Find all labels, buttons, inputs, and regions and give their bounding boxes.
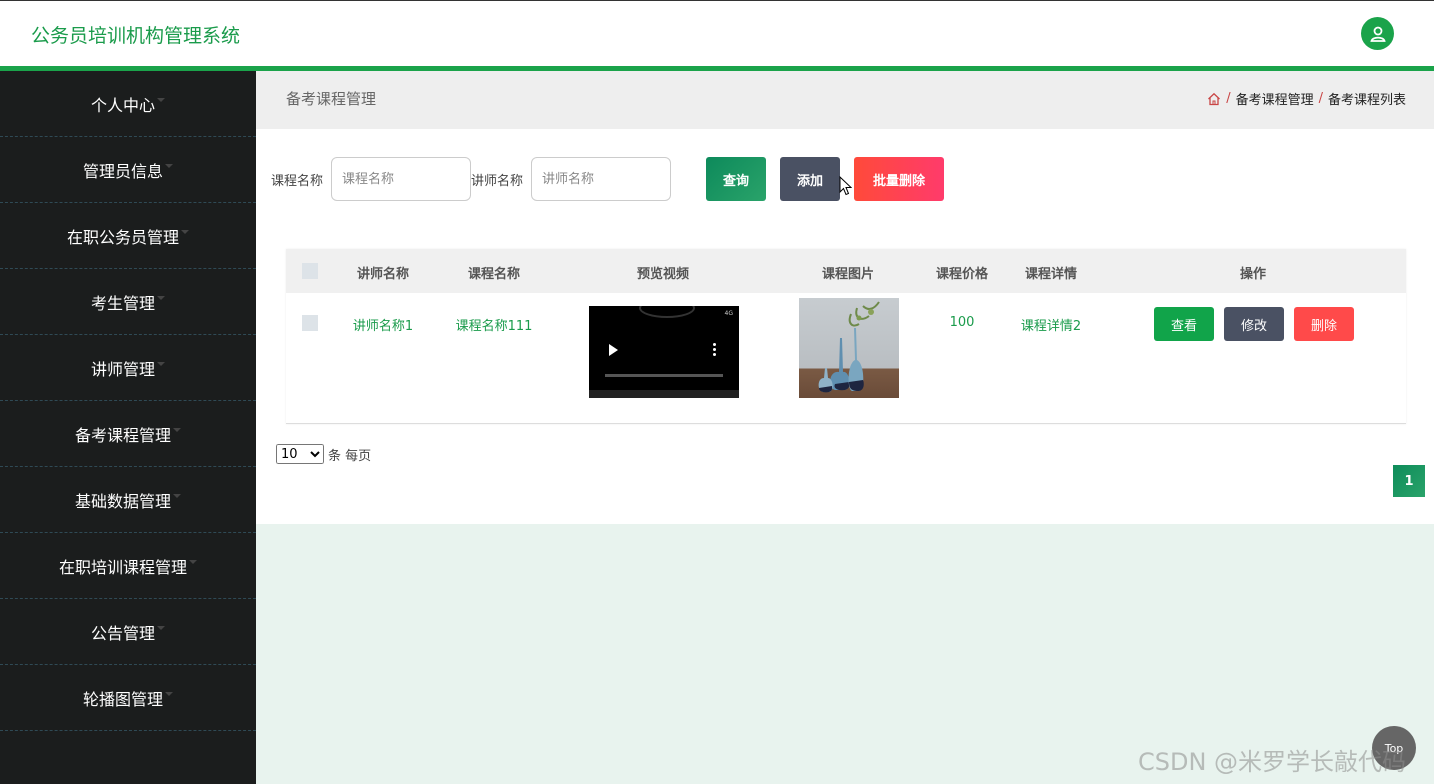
select-all-checkbox[interactable] [302, 263, 318, 279]
row-checkbox[interactable] [302, 315, 318, 331]
sidebar-item-exam-course[interactable]: 备考课程管理 [0, 401, 256, 467]
col-course-image: 课程图片 [821, 267, 875, 282]
col-actions: 操作 [1239, 267, 1267, 282]
breadcrumb-item-course-manage[interactable]: 备考课程管理 [1236, 89, 1314, 108]
teacher-name-input[interactable] [531, 157, 671, 201]
play-icon[interactable] [609, 344, 618, 356]
video-bottom-bar [589, 390, 739, 398]
chevron-down-icon [173, 427, 181, 432]
chevron-down-icon [165, 163, 173, 168]
home-icon[interactable] [1207, 92, 1221, 106]
sidebar-item-notice[interactable]: 公告管理 [0, 599, 256, 665]
chevron-down-icon [189, 559, 197, 564]
chevron-down-icon [173, 493, 181, 498]
sidebar-item-examinee[interactable]: 考生管理 [0, 269, 256, 335]
course-name-input[interactable] [331, 157, 471, 201]
page-size-suffix: 条 每页 [328, 448, 372, 464]
page-size-control: 10 条 每页 [276, 444, 371, 464]
more-options-icon[interactable] [713, 343, 716, 357]
sidebar-item-label: 在职培训课程管理 [58, 557, 187, 577]
sidebar: 个人中心 管理员信息 在职公务员管理 考生管理 讲师管理 备考课程管理 基础数据… [0, 71, 256, 784]
edit-button[interactable]: 修改 [1224, 307, 1284, 341]
query-button[interactable]: 查询 [706, 157, 766, 201]
sidebar-item-label: 在职公务员管理 [66, 227, 179, 247]
page-title: 备考课程管理 [286, 90, 377, 108]
chevron-down-icon [165, 691, 173, 696]
sidebar-item-label: 备考课程管理 [74, 425, 171, 445]
sidebar-item-carousel[interactable]: 轮播图管理 [0, 665, 256, 731]
course-table: 讲师名称 课程名称 预览视频 课程图片 课程价格 课程详情 操作 讲师名称1 课… [286, 249, 1406, 424]
chevron-down-icon [157, 97, 165, 102]
breadcrumb-item-course-list: 备考课程列表 [1327, 93, 1406, 108]
vase-image-icon [818, 301, 880, 393]
col-preview-video: 预览视频 [636, 267, 690, 282]
course-name-label: 课程名称 [271, 174, 324, 189]
sidebar-item-label: 个人中心 [90, 95, 155, 115]
cell-course-name: 课程名称111 [455, 319, 533, 334]
col-course-name: 课程名称 [467, 267, 521, 282]
sidebar-item-teacher[interactable]: 讲师管理 [0, 335, 256, 401]
col-course-detail: 课程详情 [1024, 267, 1078, 282]
breadcrumb-separator: / [1318, 91, 1323, 106]
cell-course-detail[interactable]: 课程详情2 [1021, 315, 1081, 334]
video-progress-track[interactable] [605, 374, 723, 377]
breadcrumb-separator: / [1226, 91, 1231, 106]
breadcrumb: / 备考课程管理 / 备考课程列表 [1207, 89, 1406, 108]
add-button[interactable]: 添加 [780, 157, 840, 201]
teacher-name-label: 讲师名称 [471, 174, 524, 189]
view-button[interactable]: 查看 [1154, 307, 1214, 341]
sidebar-item-label: 公告管理 [90, 623, 155, 643]
video-status-bar: 4G [724, 310, 733, 317]
table-header: 讲师名称 课程名称 预览视频 课程图片 课程价格 课程详情 操作 [286, 249, 1406, 293]
sidebar-item-label: 轮播图管理 [82, 689, 163, 709]
sidebar-item-label: 考生管理 [90, 293, 155, 313]
watermark: CSDN @米罗学长敲代码 [1138, 748, 1407, 776]
chevron-down-icon [157, 295, 165, 300]
cursor-icon [839, 176, 852, 196]
page-size-select[interactable]: 10 [276, 444, 324, 464]
sidebar-item-label: 管理员信息 [82, 161, 163, 181]
sidebar-item-basic-data[interactable]: 基础数据管理 [0, 467, 256, 533]
delete-button[interactable]: 删除 [1294, 307, 1354, 341]
col-course-price: 课程价格 [935, 267, 989, 282]
chevron-down-icon [157, 361, 165, 366]
sidebar-item-label: 讲师管理 [90, 359, 155, 379]
user-icon [1369, 26, 1386, 42]
col-teacher-name: 讲师名称 [356, 267, 410, 282]
sidebar-item-civil-servant[interactable]: 在职公务员管理 [0, 203, 256, 269]
page-header: 备考课程管理 / 备考课程管理 / 备考课程列表 [256, 71, 1434, 129]
preview-video-player[interactable]: 4G [589, 306, 739, 398]
sidebar-item-admin-info[interactable]: 管理员信息 [0, 137, 256, 203]
user-avatar[interactable] [1361, 17, 1394, 50]
sidebar-item-label: 基础数据管理 [74, 491, 171, 511]
cell-course-price: 100 [949, 315, 975, 330]
sidebar-item-training-course[interactable]: 在职培训课程管理 [0, 533, 256, 599]
course-image [799, 298, 899, 398]
main-panel: 备考课程管理 / 备考课程管理 / 备考课程列表 课程名称 讲师名称 查询 添加… [256, 71, 1434, 524]
top-header: 公务员培训机构管理系统 [0, 0, 1434, 66]
video-frame-arc [639, 306, 695, 318]
sidebar-item-personal-center[interactable]: 个人中心 [0, 71, 256, 137]
app-title: 公务员培训机构管理系统 [31, 25, 241, 47]
search-bar: 课程名称 讲师名称 查询 添加 批量删除 [256, 157, 1434, 201]
page-number-1[interactable]: 1 [1393, 465, 1425, 497]
cell-teacher-name: 讲师名称1 [352, 319, 414, 334]
chevron-down-icon [157, 625, 165, 630]
batch-delete-button[interactable]: 批量删除 [854, 157, 944, 201]
chevron-down-icon [181, 229, 189, 234]
